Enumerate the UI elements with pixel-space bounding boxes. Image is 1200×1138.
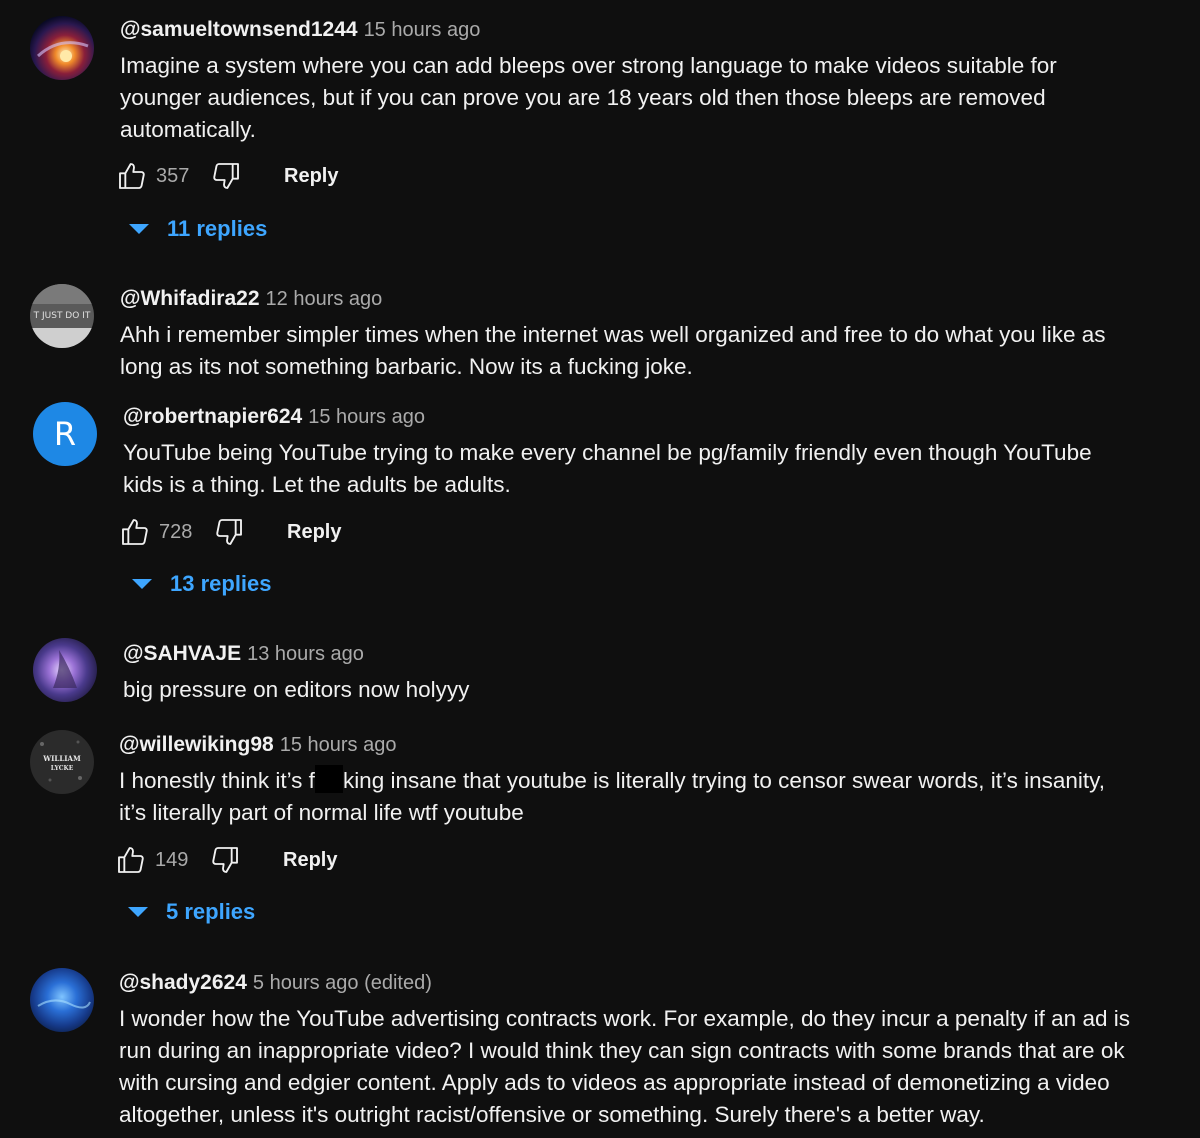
thumbs-up-icon	[118, 847, 144, 873]
caret-down-icon	[132, 579, 152, 589]
comment-actions: 149 Reply	[115, 840, 337, 880]
comment-text: YouTube being YouTube trying to make eve…	[123, 437, 1092, 501]
like-count: 149	[155, 848, 189, 871]
comment-header: @willewiking98 15 hours ago	[119, 732, 396, 758]
avatar[interactable]: R	[33, 402, 97, 466]
like-count: 728	[159, 520, 193, 543]
author-handle[interactable]: @robertnapier624	[123, 405, 302, 428]
comment-line: Imagine a system where you can add bleep…	[120, 53, 1057, 78]
avatar[interactable]: WILLIAM LYCKE	[30, 730, 94, 794]
reply-button[interactable]: Reply	[284, 165, 338, 188]
dislike-button[interactable]	[209, 844, 241, 876]
comment-line: automatically.	[120, 117, 256, 142]
comment-actions: 728 Reply	[119, 512, 341, 552]
comment-header: @shady2624 5 hours ago (edited)	[119, 970, 432, 996]
thumbs-down-icon	[213, 163, 239, 189]
author-handle[interactable]: @willewiking98	[119, 733, 274, 756]
comment-text-before: I honestly think it’s f	[119, 768, 315, 793]
avatar[interactable]	[33, 638, 97, 702]
comment-header: @robertnapier624 15 hours ago	[123, 404, 425, 430]
comment-line: big pressure on editors now holyyy	[123, 677, 470, 702]
ocean-avatar-icon	[30, 968, 94, 1032]
comment-text: I wonder how the YouTube advertising con…	[119, 1003, 1130, 1131]
view-replies-button[interactable]: 5 replies	[128, 899, 255, 925]
comment-time[interactable]: 15 hours ago	[280, 734, 397, 756]
comment-header: @SAHVAJE 13 hours ago	[123, 641, 364, 667]
svg-text:LYCKE: LYCKE	[51, 765, 74, 772]
reply-button[interactable]: Reply	[283, 849, 337, 872]
comment-line: with cursing and edgier content. Apply a…	[119, 1070, 1110, 1095]
comment-text: Imagine a system where you can add bleep…	[120, 50, 1057, 146]
thumbs-up-icon	[122, 519, 148, 545]
comment-line: kids is a thing. Let the adults be adult…	[123, 472, 511, 497]
comment-line: altogether, unless it's outright racist/…	[119, 1102, 985, 1127]
replies-count: 5 replies	[166, 899, 256, 924]
svg-text:WILLIAM: WILLIAM	[42, 754, 81, 763]
author-handle[interactable]: @Whifadira22	[120, 287, 260, 310]
comments-page: { "colors": { "background": "#0f0f0f", "…	[0, 0, 1200, 1138]
comment-line: younger audiences, but if you can prove …	[120, 85, 1046, 110]
avatar[interactable]: T JUST DO IT	[30, 284, 94, 348]
comment-time[interactable]: 15 hours ago	[364, 19, 481, 41]
comment-text-after: king insane that youtube is literally tr…	[342, 768, 1105, 793]
comment-line: I honestly think it’s f king insane that …	[119, 765, 1105, 797]
comment-line: I wonder how the YouTube advertising con…	[119, 1006, 1130, 1031]
thumbs-down-icon	[216, 519, 242, 545]
author-handle[interactable]: @samueltownsend1244	[120, 18, 358, 41]
thumbs-up-icon	[119, 163, 145, 189]
avatar[interactable]	[30, 968, 94, 1032]
like-button[interactable]: 728	[119, 516, 199, 548]
caret-down-icon	[128, 907, 148, 917]
view-replies-button[interactable]: 13 replies	[132, 571, 272, 597]
thumbs-down-icon	[212, 847, 238, 873]
dislike-button[interactable]	[213, 516, 245, 548]
comment-header: @samueltownsend1244 15 hours ago	[120, 17, 480, 43]
comment-line: run during an inappropriate video? I wou…	[119, 1038, 1125, 1063]
like-button[interactable]: 149	[115, 844, 195, 876]
author-handle[interactable]: @shady2624	[119, 971, 247, 994]
like-count: 357	[156, 164, 190, 187]
comment-time[interactable]: 5 hours ago (edited)	[253, 972, 432, 994]
comment-line: long as its not something barbaric. Now …	[120, 354, 693, 379]
nebula-avatar-icon	[33, 638, 97, 702]
comment-actions: 357 Reply	[116, 156, 338, 196]
galaxy-avatar-icon	[30, 16, 94, 80]
comment-line: YouTube being YouTube trying to make eve…	[123, 440, 1092, 465]
replies-count: 13 replies	[170, 571, 272, 596]
author-handle[interactable]: @SAHVAJE	[123, 642, 241, 665]
avatar[interactable]	[30, 16, 94, 80]
replies-count: 11 replies	[167, 216, 268, 241]
redaction-box	[314, 765, 343, 793]
comment-text: I honestly think it’s f king insane that …	[119, 765, 1105, 829]
view-replies-button[interactable]: 11 replies	[129, 216, 267, 242]
reply-button[interactable]: Reply	[287, 521, 341, 544]
comment-text: Ahh i remember simpler times when the in…	[120, 319, 1106, 383]
comment-time[interactable]: 13 hours ago	[247, 643, 364, 665]
comment-time[interactable]: 12 hours ago	[266, 288, 383, 310]
comment-line: it’s literally part of normal life wtf y…	[119, 800, 524, 825]
svg-text:T JUST DO IT: T JUST DO IT	[33, 311, 91, 321]
comment-time[interactable]: 15 hours ago	[308, 406, 425, 428]
logo-avatar-icon: WILLIAM LYCKE	[30, 730, 94, 794]
comment-line: Ahh i remember simpler times when the in…	[120, 322, 1106, 347]
like-button[interactable]: 357	[116, 160, 196, 192]
comment-text: big pressure on editors now holyyy	[123, 674, 469, 706]
meme-avatar-icon: T JUST DO IT	[30, 284, 94, 348]
dislike-button[interactable]	[210, 160, 242, 192]
avatar-letter: R	[53, 415, 77, 453]
caret-down-icon	[129, 224, 149, 234]
comment-header: @Whifadira22 12 hours ago	[120, 286, 382, 312]
